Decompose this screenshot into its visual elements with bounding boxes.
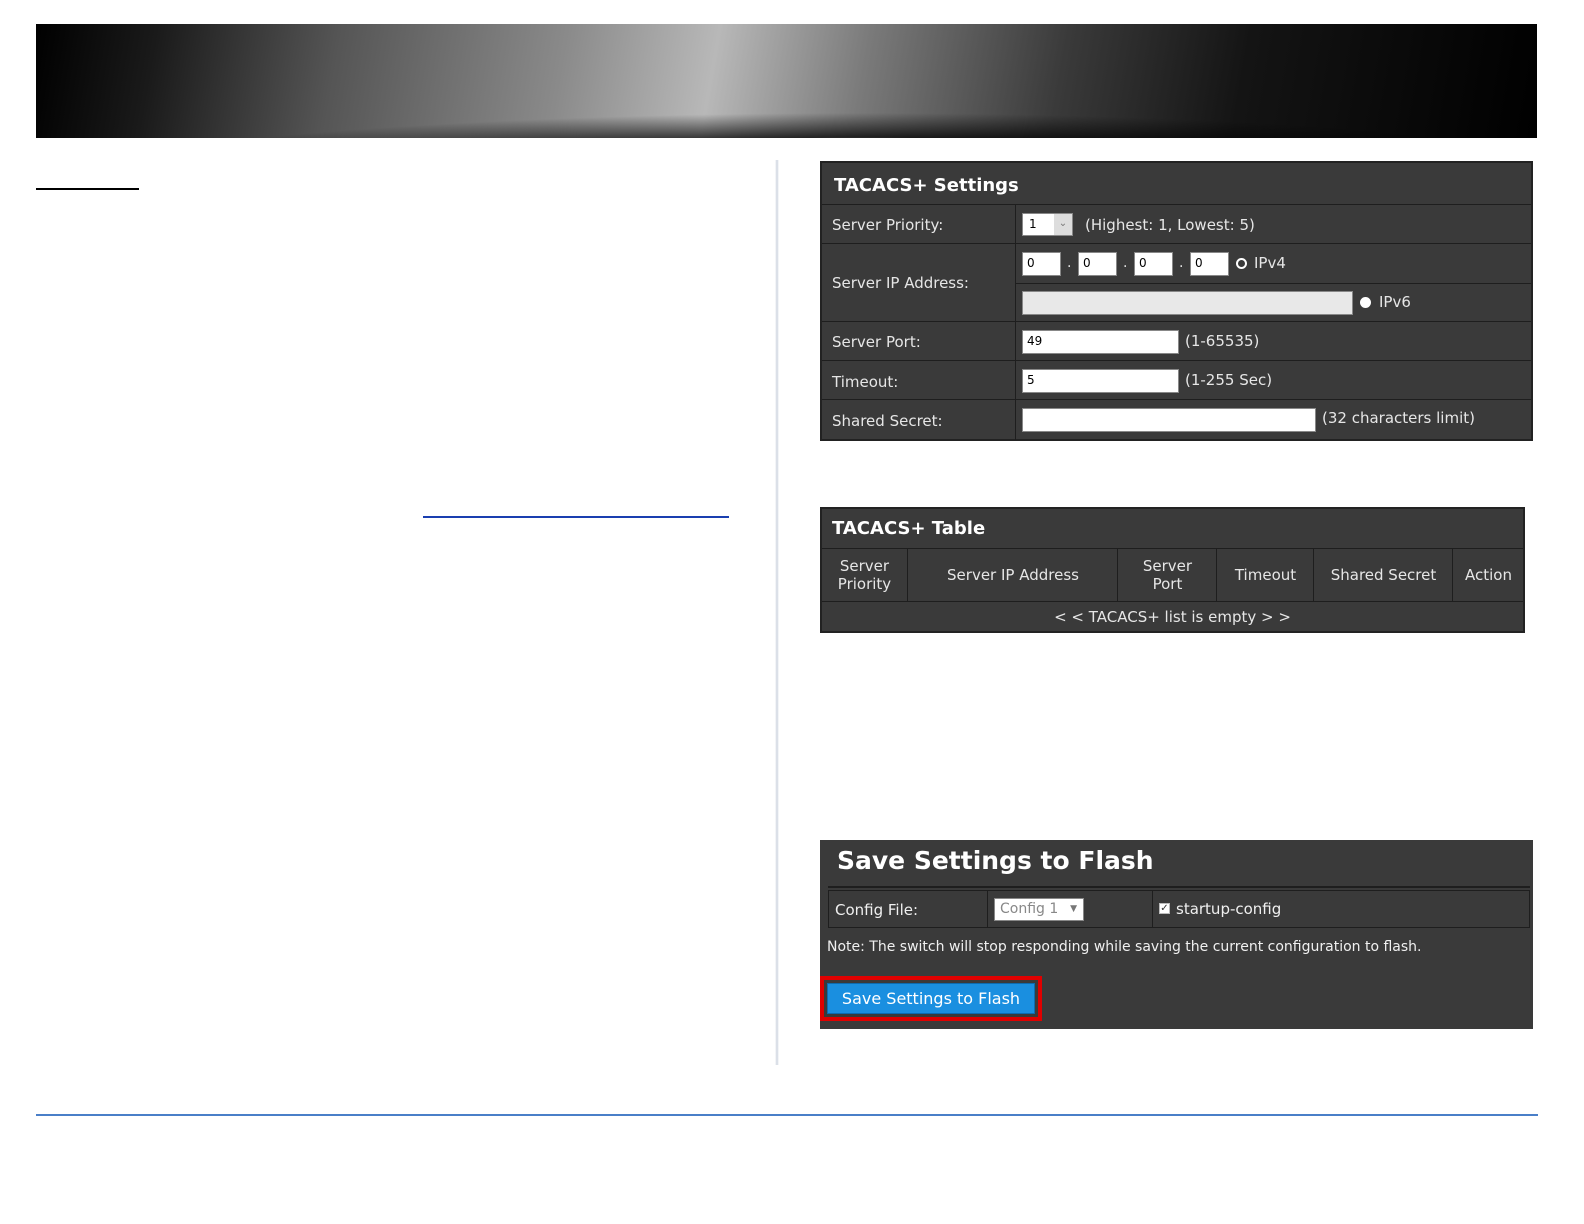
column-header-server-port: Server Port bbox=[1117, 549, 1217, 601]
ip-dot: . bbox=[1123, 255, 1128, 271]
ipv4-label: IPv4 bbox=[1254, 254, 1286, 272]
ip-octet-3[interactable]: 0 bbox=[1134, 252, 1173, 276]
panel-title: TACACS+ Settings bbox=[834, 175, 1019, 196]
ip-octet-4[interactable]: 0 bbox=[1190, 252, 1229, 276]
tacacs-table-panel: TACACS+ Table Server Priority Server IP … bbox=[820, 507, 1525, 633]
panel-title: TACACS+ Table bbox=[832, 518, 986, 539]
shared-secret-input[interactable] bbox=[1022, 408, 1316, 432]
chevron-down-icon: ⌄ bbox=[1054, 214, 1072, 235]
server-priority-row: Server Priority: 1 ⌄ (Highest: 1, Lowest… bbox=[822, 204, 1531, 244]
ip-octet-1[interactable]: 0 bbox=[1022, 252, 1061, 276]
config-file-label: Config File: bbox=[835, 901, 919, 919]
save-settings-panel: Save Settings to Flash Config File: Conf… bbox=[820, 840, 1533, 1029]
tacacs-settings-panel: TACACS+ Settings Server Priority: 1 ⌄ (H… bbox=[820, 161, 1533, 441]
row-divider bbox=[1016, 283, 1531, 284]
dropdown-arrow-icon: ▼ bbox=[1070, 904, 1077, 914]
section-heading-underline bbox=[36, 188, 139, 190]
timeout-label: Timeout: bbox=[832, 373, 899, 391]
server-priority-select[interactable]: 1 ⌄ bbox=[1022, 213, 1073, 236]
config-file-select[interactable]: Config 1 ▼ bbox=[994, 898, 1084, 921]
shared-secret-hint: (32 characters limit) bbox=[1322, 409, 1475, 427]
ipv4-radio[interactable] bbox=[1236, 258, 1247, 269]
ipv6-radio[interactable] bbox=[1360, 297, 1371, 308]
server-port-hint: (1-65535) bbox=[1185, 332, 1260, 350]
panel-title: Save Settings to Flash bbox=[837, 846, 1154, 875]
ip-dot: . bbox=[1067, 255, 1072, 271]
column-header-shared-secret: Shared Secret bbox=[1313, 549, 1453, 601]
column-header-server-priority: Server Priority bbox=[837, 557, 892, 593]
title-divider bbox=[828, 886, 1530, 888]
server-ip-label: Server IP Address: bbox=[832, 274, 969, 292]
server-port-row: Server Port: 49 (1-65535) bbox=[822, 321, 1531, 361]
save-settings-button[interactable]: Save Settings to Flash bbox=[827, 983, 1035, 1014]
column-header-timeout: Timeout bbox=[1216, 549, 1314, 601]
column-separator bbox=[1152, 891, 1153, 927]
timeout-hint: (1-255 Sec) bbox=[1185, 371, 1273, 389]
startup-config-label: startup-config bbox=[1176, 900, 1282, 918]
config-file-row: Config File: Config 1 ▼ ✓ startup-config bbox=[828, 890, 1530, 928]
server-priority-value: 1 bbox=[1029, 217, 1037, 231]
server-priority-label: Server Priority: bbox=[832, 216, 944, 234]
timeout-row: Timeout: 5 (1-255 Sec) bbox=[822, 360, 1531, 400]
server-port-input[interactable]: 49 bbox=[1022, 330, 1179, 354]
server-priority-hint: (Highest: 1, Lowest: 5) bbox=[1085, 216, 1255, 234]
header-banner bbox=[36, 24, 1537, 138]
timeout-input[interactable]: 5 bbox=[1022, 369, 1179, 393]
hyperlink-underline[interactable] bbox=[423, 516, 729, 518]
ip-octet-2[interactable]: 0 bbox=[1078, 252, 1117, 276]
ipv6-address-input[interactable] bbox=[1022, 291, 1353, 315]
server-ip-row: Server IP Address: 0 . 0 . 0 . 0 IPv4 IP… bbox=[822, 243, 1531, 322]
config-file-value: Config 1 bbox=[1000, 901, 1059, 917]
ipv6-label: IPv6 bbox=[1379, 293, 1411, 311]
shared-secret-label: Shared Secret: bbox=[832, 412, 943, 430]
save-button-highlight: Save Settings to Flash bbox=[820, 976, 1042, 1021]
column-separator bbox=[987, 891, 988, 927]
column-divider bbox=[775, 160, 779, 1065]
column-header-action: Action bbox=[1452, 549, 1524, 601]
server-port-label: Server Port: bbox=[832, 333, 921, 351]
empty-list-message: < < TACACS+ list is empty > > bbox=[822, 601, 1523, 632]
shared-secret-row: Shared Secret: (32 characters limit) bbox=[822, 399, 1531, 440]
column-header-server-ip: Server IP Address bbox=[907, 549, 1118, 601]
save-note: Note: The switch will stop responding wh… bbox=[827, 939, 1422, 955]
startup-config-checkbox[interactable]: ✓ bbox=[1159, 903, 1170, 914]
ip-dot: . bbox=[1179, 255, 1184, 271]
footer-divider bbox=[36, 1114, 1538, 1116]
